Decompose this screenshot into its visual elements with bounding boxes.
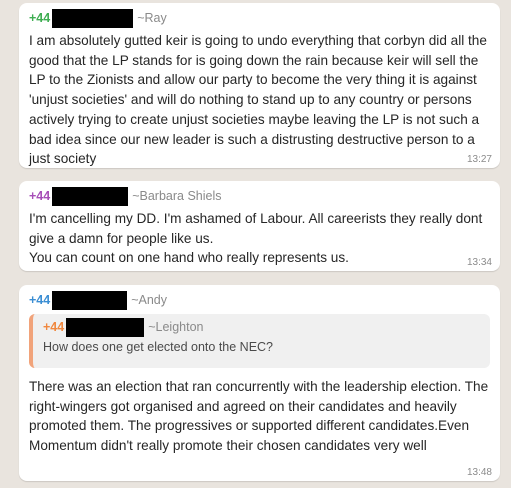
- message-text: I'm cancelling my DD. I'm ashamed of Lab…: [29, 211, 483, 266]
- redacted-number: [52, 290, 128, 310]
- sender-name[interactable]: ~Ray: [137, 11, 167, 25]
- sender-phone[interactable]: +44: [29, 189, 50, 203]
- sender-name[interactable]: ~Andy: [131, 293, 167, 307]
- message-text: There was an election that ran concurren…: [29, 379, 489, 454]
- message-bubble[interactable]: +44 ~Andy +44 ~Leighton How does one get…: [19, 285, 500, 481]
- message-header: +44 ~Ray: [29, 8, 490, 28]
- message-bubble[interactable]: +44 ~Ray I am absolutely gutted keir is …: [19, 3, 500, 168]
- message-bubble[interactable]: +44 ~Barbara Shiels I'm cancelling my DD…: [19, 181, 500, 271]
- message-header: +44 ~Andy: [29, 290, 490, 310]
- sender-phone[interactable]: +44: [29, 293, 50, 307]
- redacted-number: [52, 8, 134, 28]
- redacted-number: [66, 317, 145, 337]
- sender-name[interactable]: ~Barbara Shiels: [132, 189, 221, 203]
- message-time: 13:34: [466, 257, 492, 268]
- quoted-text: How does one get elected onto the NEC?: [43, 340, 274, 354]
- message-time: 13:48: [466, 467, 492, 478]
- quoted-sender-name: ~Leighton: [148, 320, 204, 334]
- chat-area: +44 ~Ray I am absolutely gutted keir is …: [0, 0, 511, 488]
- message-text: I am absolutely gutted keir is going to …: [29, 33, 487, 167]
- quoted-sender-phone: +44: [43, 320, 65, 334]
- sender-phone[interactable]: +44: [29, 11, 50, 25]
- message-header: +44 ~Barbara Shiels: [29, 186, 490, 206]
- redacted-number: [52, 186, 129, 206]
- message-time: 13:27: [466, 154, 492, 165]
- quoted-message[interactable]: +44 ~Leighton How does one get elected o…: [29, 314, 490, 368]
- quoted-header: +44 ~Leighton: [43, 317, 482, 337]
